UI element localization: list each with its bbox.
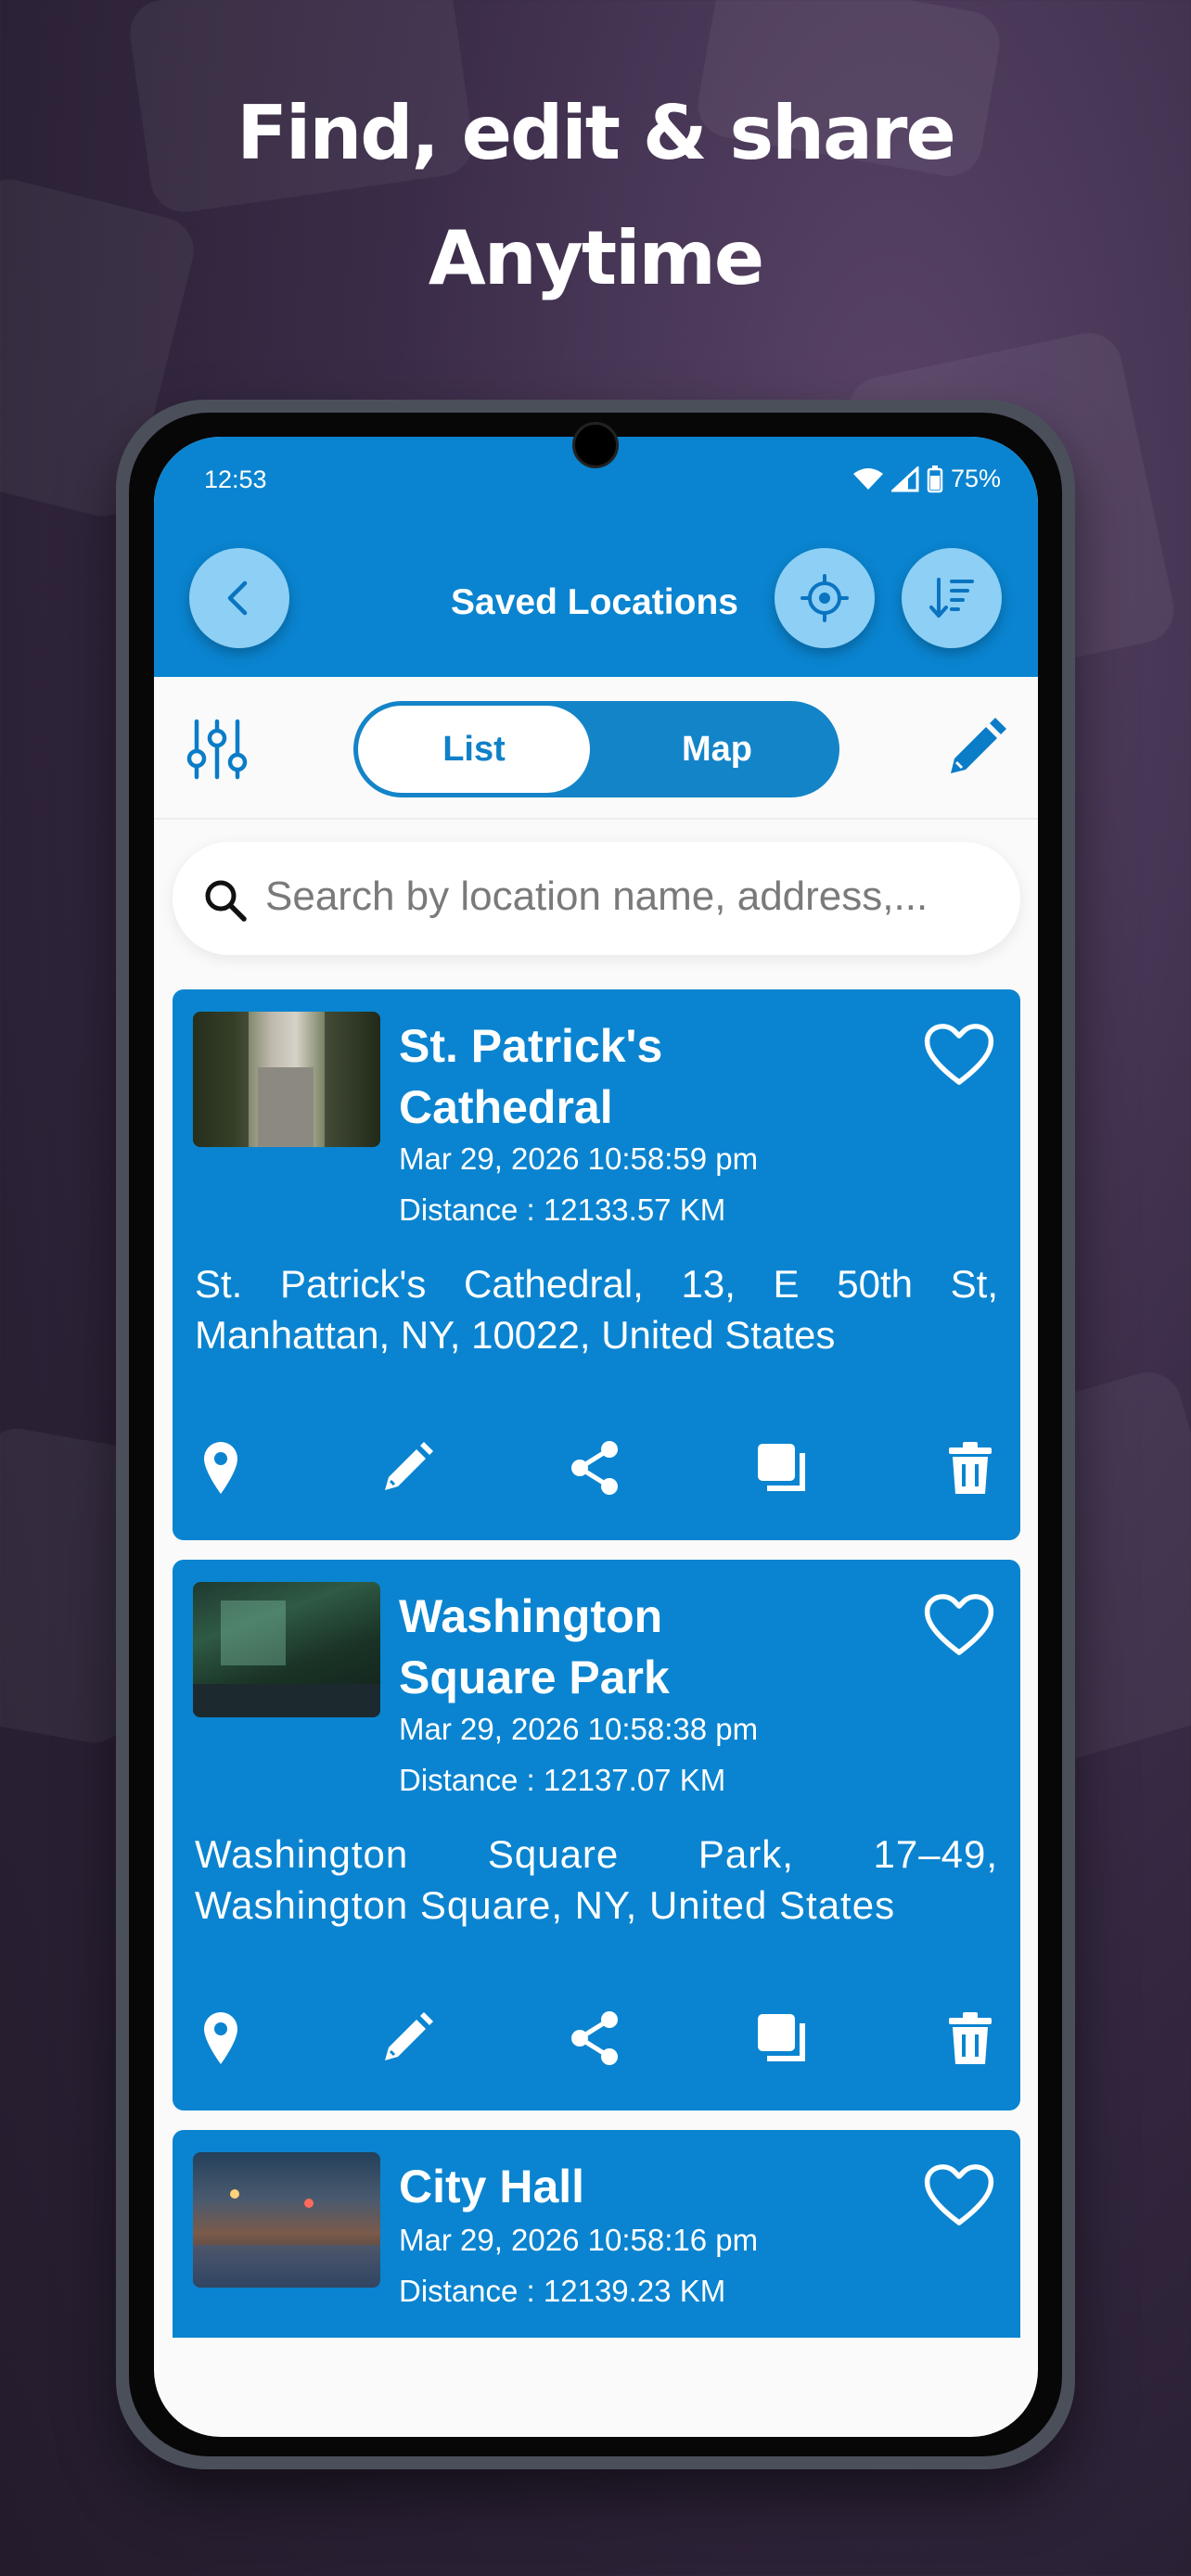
card-actions [173,1431,1020,1505]
favorite-button[interactable] [922,1017,996,1091]
heart-icon [924,1024,994,1085]
heart-icon [924,2164,994,2225]
filter-button[interactable] [182,714,252,784]
copy-button[interactable] [745,1431,819,1505]
edit-icon [385,2012,433,2060]
edit-icon [951,718,1006,773]
tab-map[interactable]: Map [599,706,835,793]
distance-label: Distance : 12133.57 KM [399,1192,726,1227]
edit-mode-button[interactable] [940,714,1010,784]
edit-icon [385,1442,433,1490]
view-on-map-button[interactable] [184,2001,258,2075]
location-name-line1: City Hall [399,2161,585,2213]
copy-icon [758,2014,805,2061]
location-card[interactable]: Washington Square Park Mar 29, 2026 10:5… [173,1560,1020,2111]
back-button[interactable] [189,548,289,648]
location-name-line2: Cathedral [399,1081,613,1133]
view-toggle: List Map [353,701,839,797]
heart-icon [924,1594,994,1655]
distance-label: Distance : 12137.07 KM [399,1763,726,1797]
search-bar[interactable]: Search by location name, address,... [173,842,1020,955]
filter-icon [186,719,248,780]
locate-icon [800,574,849,622]
headline-line1: Find, edit & share [237,90,955,176]
delete-button[interactable] [933,1431,1007,1505]
delete-icon [949,1442,992,1494]
location-card[interactable]: City Hall Mar 29, 2026 10:58:16 pm Dista… [173,2130,1020,2338]
edit-location-button[interactable] [370,2001,444,2075]
edit-location-button[interactable] [370,1431,444,1505]
wifi-icon [852,467,883,490]
delete-icon [949,2012,992,2064]
delete-button[interactable] [933,2001,1007,2075]
location-thumbnail [193,2152,380,2288]
sort-button[interactable] [902,548,1002,648]
map-pin-icon [204,2012,237,2064]
copy-icon [758,1444,805,1491]
location-name: Washington Square Park [399,1586,863,1708]
view-toolbar: List Map [154,677,1038,820]
locate-button[interactable] [775,548,875,648]
front-camera [572,422,619,468]
status-icons: 75% [852,465,1001,493]
app-screen: 12:53 75% Saved Locations List Map Searc… [154,437,1038,2437]
share-icon [571,2011,618,2065]
favorite-button[interactable] [922,2158,996,2232]
headline-line2: Anytime [428,215,764,301]
share-button[interactable] [557,2001,632,2075]
sort-icon [929,578,974,618]
status-battery: 75% [950,465,1001,492]
location-card[interactable]: St. Patrick's Cathedral Mar 29, 2026 10:… [173,989,1020,1540]
location-name: City Hall [399,2156,863,2217]
location-name-line2: Square Park [399,1651,670,1703]
location-name-line1: St. Patrick's [399,1020,663,1072]
location-address: Washington Square Park, 17–49, Washingto… [195,1832,998,1927]
location-address: St. Patrick's Cathedral, 13, E 50th St, … [195,1262,998,1357]
favorite-button[interactable] [922,1588,996,1662]
tab-list[interactable]: List [358,706,590,793]
card-actions [173,2001,1020,2075]
share-icon [571,1441,618,1495]
search-icon [205,880,247,922]
distance-label: Distance : 12139.23 KM [399,2274,726,2308]
map-pin-icon [204,1442,237,1494]
location-thumbnail [193,1582,380,1717]
share-button[interactable] [557,1431,632,1505]
copy-button[interactable] [745,2001,819,2075]
saved-datetime: Mar 29, 2026 10:58:59 pm [399,1141,759,1176]
location-name-line1: Washington [399,1590,663,1642]
location-name: St. Patrick's Cathedral [399,1015,863,1138]
app-bar: 12:53 75% Saved Locations [154,437,1038,677]
signal-icon [890,465,919,491]
back-icon [227,580,248,616]
search-input[interactable]: Search by location name, address,... [265,874,928,920]
saved-datetime: Mar 29, 2026 10:58:38 pm [399,1712,759,1746]
saved-datetime: Mar 29, 2026 10:58:16 pm [399,2223,759,2257]
status-time: 12:53 [204,465,267,493]
view-on-map-button[interactable] [184,1431,258,1505]
battery-icon [927,465,943,492]
location-thumbnail [193,1012,380,1147]
